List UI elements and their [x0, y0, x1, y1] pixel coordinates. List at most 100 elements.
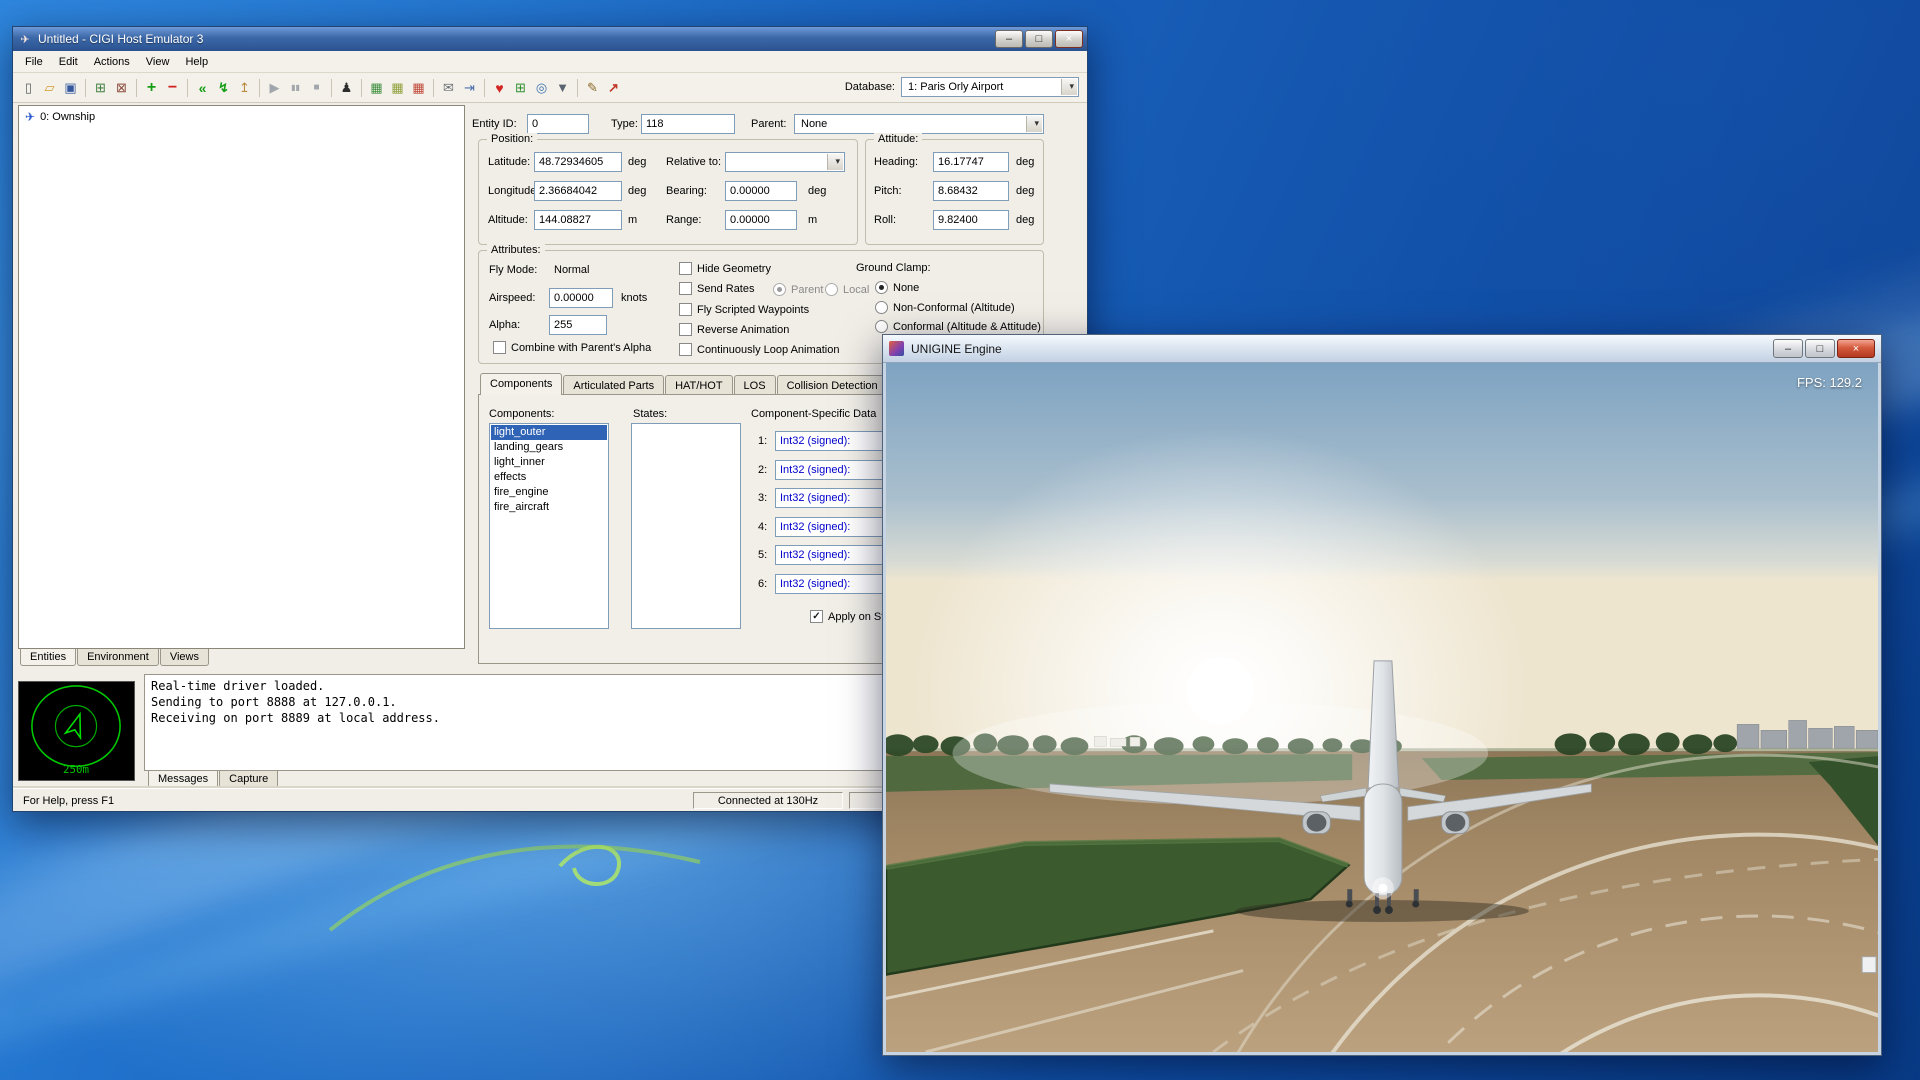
- tab-collision-detection[interactable]: Collision Detection: [777, 375, 888, 395]
- maximize-button[interactable]: □: [1025, 30, 1053, 48]
- remove-icon[interactable]: −: [162, 77, 183, 98]
- radio-box[interactable]: [875, 320, 888, 333]
- list-item[interactable]: light_outer: [491, 425, 607, 440]
- parent-select[interactable]: None: [794, 114, 1044, 134]
- airspeed-field[interactable]: 0.00000: [549, 288, 613, 308]
- entity-type-field[interactable]: 118: [641, 114, 735, 134]
- tab-capture[interactable]: Capture: [219, 771, 278, 788]
- database-select[interactable]: 1: Paris Orly Airport: [901, 77, 1079, 97]
- parent-radio[interactable]: Parent: [773, 283, 823, 296]
- checkbox-box[interactable]: ✓: [810, 610, 823, 623]
- cigi-titlebar[interactable]: ✈ Untitled - CIGI Host Emulator 3 – □ ×: [13, 27, 1087, 51]
- checkbox-box[interactable]: [679, 343, 692, 356]
- tab-articulated-parts[interactable]: Articulated Parts: [563, 375, 664, 395]
- maximize-button[interactable]: □: [1805, 339, 1835, 358]
- minimize-button[interactable]: –: [1773, 339, 1803, 358]
- menu-file[interactable]: File: [17, 52, 51, 72]
- ig-display-2-icon[interactable]: ▦: [387, 77, 408, 98]
- bearing-field[interactable]: 0.00000: [725, 181, 797, 201]
- pause-icon[interactable]: ▮▮: [285, 77, 306, 98]
- local-radio[interactable]: Local: [825, 283, 869, 296]
- tab-components[interactable]: Components: [480, 373, 562, 395]
- pitch-field[interactable]: 8.68432: [933, 181, 1009, 201]
- radio-box[interactable]: [773, 283, 786, 296]
- hold-icon[interactable]: ↥: [234, 77, 255, 98]
- tab-hat-hot[interactable]: HAT/HOT: [665, 375, 732, 395]
- tab-los[interactable]: LOS: [734, 375, 776, 395]
- render-viewport[interactable]: FPS: 129.2: [886, 363, 1878, 1052]
- list-item[interactable]: fire_engine: [491, 485, 607, 500]
- checkbox-box[interactable]: [679, 323, 692, 336]
- checkbox-box[interactable]: [679, 282, 692, 295]
- entity-tool-icon[interactable]: ⊠: [111, 77, 132, 98]
- heartbeat-icon[interactable]: ♥: [489, 77, 510, 98]
- save-icon[interactable]: ▣: [60, 77, 81, 98]
- tab-messages[interactable]: Messages: [148, 771, 218, 788]
- desktop: ✈ Untitled - CIGI Host Emulator 3 – □ × …: [0, 0, 1920, 1080]
- close-button[interactable]: ×: [1055, 30, 1083, 48]
- ground-clamp-nonconformal-radio[interactable]: Non-Conformal (Altitude): [875, 301, 1015, 314]
- tab-entities[interactable]: Entities: [20, 649, 76, 666]
- relative-to-select[interactable]: [725, 152, 845, 172]
- list-item[interactable]: effects: [491, 470, 607, 485]
- entity-tree-panel[interactable]: ✈ 0: Ownship: [18, 105, 465, 649]
- list-item[interactable]: landing_gears: [491, 440, 607, 455]
- menu-view[interactable]: View: [138, 52, 178, 72]
- menu-edit[interactable]: Edit: [51, 52, 86, 72]
- packet-icon[interactable]: ✉: [438, 77, 459, 98]
- ig-display-1-icon[interactable]: ▦: [366, 77, 387, 98]
- radio-box[interactable]: [875, 301, 888, 314]
- checkbox-box[interactable]: [679, 262, 692, 275]
- tab-environment[interactable]: Environment: [77, 649, 159, 666]
- heading-field[interactable]: 16.17747: [933, 152, 1009, 172]
- fly-scripted-checkbox[interactable]: Fly Scripted Waypoints: [679, 303, 809, 316]
- radio-box[interactable]: [875, 281, 888, 294]
- joystick-icon[interactable]: ♟: [336, 77, 357, 98]
- list-item[interactable]: fire_aircraft: [491, 500, 607, 515]
- radio-box[interactable]: [825, 283, 838, 296]
- tree-item-ownship[interactable]: ✈ 0: Ownship: [19, 106, 464, 128]
- missile-icon[interactable]: ↗: [603, 77, 624, 98]
- unigine-titlebar[interactable]: UNIGINE Engine – □ ×: [883, 335, 1881, 363]
- entity-id-field[interactable]: 0: [527, 114, 589, 134]
- alpha-field[interactable]: 255: [549, 315, 607, 335]
- roll-field[interactable]: 9.82400: [933, 210, 1009, 230]
- draw-icon[interactable]: ✎: [582, 77, 603, 98]
- ground-clamp-conformal-radio[interactable]: Conformal (Altitude & Attitude): [875, 320, 1041, 333]
- latitude-field[interactable]: 48.72934605: [534, 152, 622, 172]
- checkbox-box[interactable]: [493, 341, 506, 354]
- add-icon[interactable]: +: [141, 77, 162, 98]
- run-icon[interactable]: ↯: [213, 77, 234, 98]
- minimize-button[interactable]: –: [995, 30, 1023, 48]
- list-item[interactable]: light_inner: [491, 455, 607, 470]
- export-icon[interactable]: ⇥: [459, 77, 480, 98]
- range-field[interactable]: 0.00000: [725, 210, 797, 230]
- menu-actions[interactable]: Actions: [86, 52, 138, 72]
- loop-animation-checkbox[interactable]: Continuously Loop Animation: [679, 343, 839, 356]
- rewind-icon[interactable]: «: [192, 77, 213, 98]
- reverse-animation-checkbox[interactable]: Reverse Animation: [679, 323, 789, 336]
- ground-clamp-none-radio[interactable]: None: [875, 281, 919, 294]
- tab-views[interactable]: Views: [160, 649, 209, 666]
- menu-help[interactable]: Help: [177, 52, 216, 72]
- checkbox-box[interactable]: [679, 303, 692, 316]
- send-rates-checkbox[interactable]: Send Rates: [679, 282, 754, 295]
- scan-icon[interactable]: ◎: [531, 77, 552, 98]
- new-file-icon[interactable]: ▯: [18, 77, 39, 98]
- open-folder-icon[interactable]: ▱: [39, 77, 60, 98]
- apply-checkbox[interactable]: ✓ Apply on St: [810, 610, 884, 623]
- add-entity-icon[interactable]: ⊞: [90, 77, 111, 98]
- close-button[interactable]: ×: [1837, 339, 1875, 358]
- states-list[interactable]: [631, 423, 741, 629]
- altitude-field[interactable]: 144.08827: [534, 210, 622, 230]
- filter-icon[interactable]: ▼: [552, 77, 573, 98]
- stop-icon[interactable]: ■: [306, 77, 327, 98]
- longitude-field[interactable]: 2.36684042: [534, 181, 622, 201]
- ig-display-3-icon[interactable]: ▦: [408, 77, 429, 98]
- position-group-title: Position:: [487, 133, 537, 145]
- play-icon[interactable]: ▶: [264, 77, 285, 98]
- hide-geometry-checkbox[interactable]: Hide Geometry: [679, 262, 771, 275]
- add-packet-icon[interactable]: ⊞: [510, 77, 531, 98]
- combine-alpha-checkbox[interactable]: Combine with Parent's Alpha: [493, 341, 651, 354]
- components-list[interactable]: light_outer landing_gears light_inner ef…: [489, 423, 609, 629]
